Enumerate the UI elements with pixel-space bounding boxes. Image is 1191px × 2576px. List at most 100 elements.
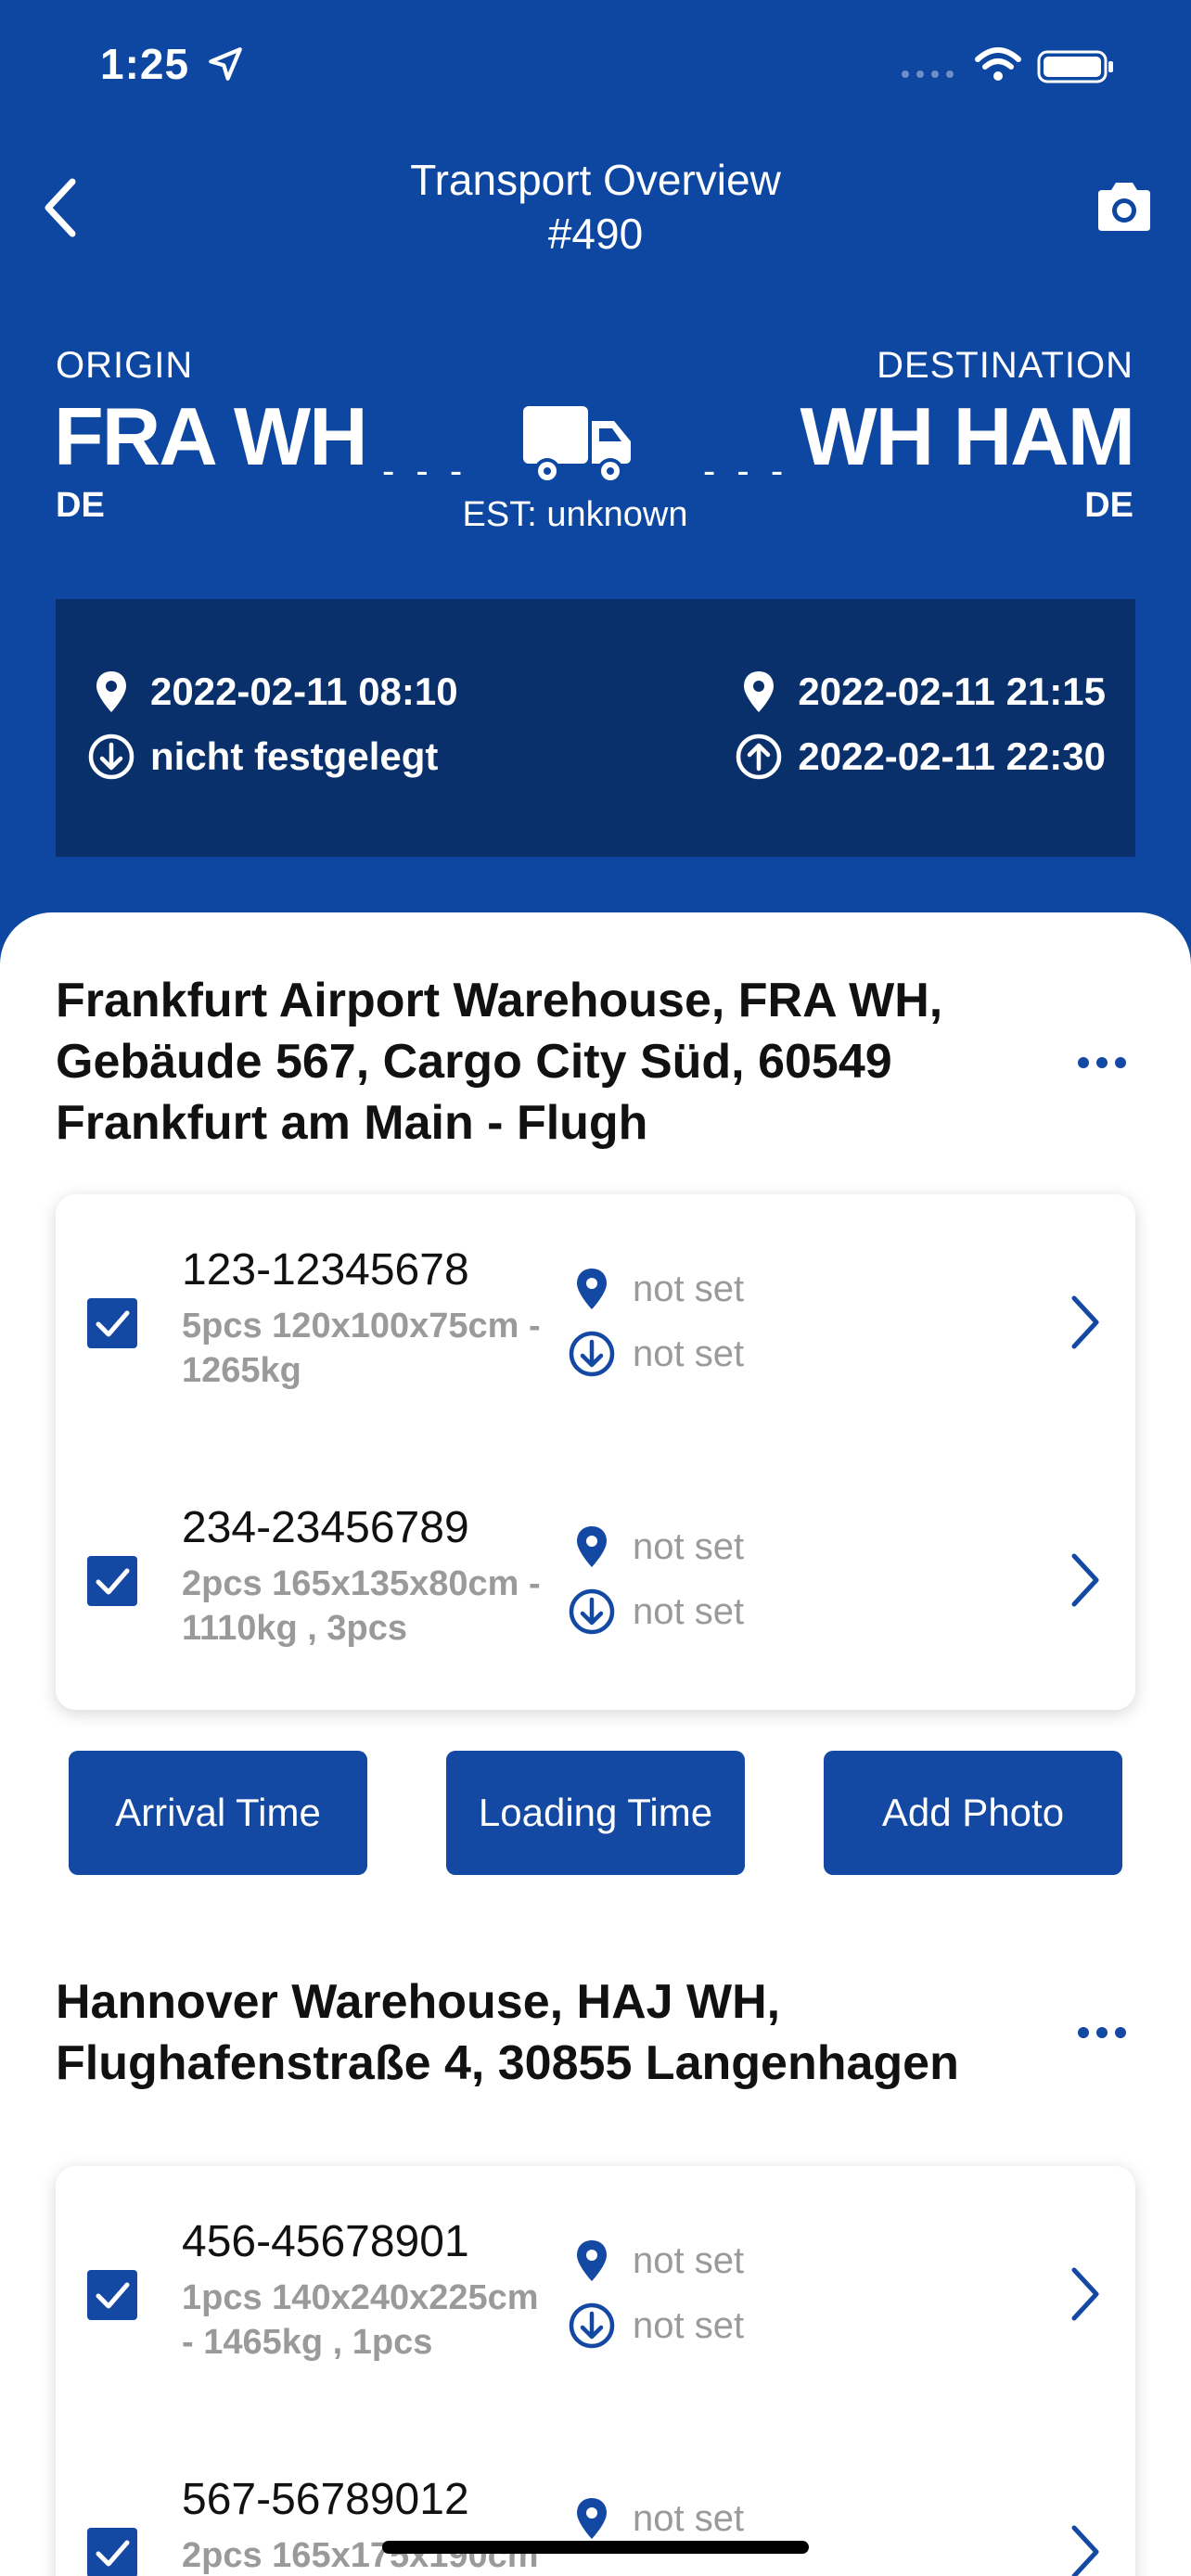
- origin-label: ORIGIN: [56, 345, 194, 386]
- more-options-icon[interactable]: [1076, 2021, 1128, 2044]
- origin-arrival-row: 2022-02-11 08:10: [87, 668, 458, 716]
- destination-arrival-time: 2022-02-11 21:15: [798, 670, 1106, 713]
- shipment-details-line: 2pcs 165x175x190cm: [182, 2536, 539, 2575]
- shipment-details: 1pcs 140x240x225cm - 1465kg , 1pcs: [182, 2276, 571, 2365]
- destination-country: DE: [1084, 486, 1133, 525]
- shipment-checkbox[interactable]: [87, 1556, 137, 1606]
- awb-number: 567-56789012: [182, 2475, 469, 2524]
- arrival-status: not set: [568, 1523, 744, 1571]
- destination-arrival-row: 2022-02-11 21:15: [735, 668, 1106, 716]
- arrival-status-text: not set: [633, 2497, 745, 2539]
- chevron-right-icon[interactable]: [1067, 2522, 1104, 2576]
- stop-title-line: Frankfurt am Main - Flugh: [56, 1096, 648, 1150]
- stop-title-line: Flughafenstraße 4, 30855 Langenhagen: [56, 2036, 959, 2090]
- shipment-item[interactable]: 456-45678901 1pcs 140x240x225cm - 1465kg…: [56, 2166, 1135, 2424]
- origin-country: DE: [56, 486, 105, 525]
- loading-status: not set: [568, 1330, 744, 1378]
- wifi-icon: [975, 47, 1021, 81]
- page-title: Transport Overview #490: [278, 153, 913, 261]
- est-label: EST: unknown: [462, 495, 688, 534]
- add-photo-button[interactable]: Add Photo: [824, 1751, 1122, 1875]
- back-chevron-icon[interactable]: [37, 174, 85, 241]
- shipment-details-line: 1110kg , 3pcs: [182, 1609, 407, 1648]
- shipment-details: 2pcs 165x135x80cm - 1110kg , 3pcs: [182, 1562, 571, 1651]
- origin-code: FRA WH: [54, 390, 368, 482]
- shipment-details-line: 5pcs 120x100x75cm -: [182, 1307, 541, 1345]
- shipment-details-line: 1265kg: [182, 1351, 301, 1390]
- loading-status: not set: [568, 1588, 744, 1636]
- download-circle-icon: [88, 733, 134, 780]
- destination-unloading-row: 2022-02-11 22:30: [735, 733, 1106, 781]
- destination-unloading-time: 2022-02-11 22:30: [798, 734, 1106, 778]
- shipment-item[interactable]: 123-12345678 5pcs 120x100x75cm - 1265kg …: [56, 1194, 1135, 1452]
- loading-status-text: not set: [633, 1590, 745, 1632]
- cellular-signal-icon: [902, 70, 954, 78]
- checkmark-icon: [96, 2540, 130, 2567]
- arrival-status-text: not set: [633, 1268, 745, 1309]
- camera-icon[interactable]: [1095, 181, 1154, 233]
- shipment-details-line: 2pcs 165x135x80cm -: [182, 1564, 541, 1603]
- page-title-line1: Transport Overview: [410, 156, 781, 204]
- shipment-details: 2pcs 165x175x190cm: [182, 2533, 571, 2576]
- shipment-checkbox[interactable]: [87, 1298, 137, 1348]
- shipment-checkbox[interactable]: [87, 2270, 137, 2320]
- origin-arrival-time: 2022-02-11 08:10: [150, 670, 458, 713]
- shipment-details-line: 1pcs 140x240x225cm: [182, 2278, 539, 2317]
- origin-loading-row: nicht festgelegt: [87, 733, 438, 781]
- awb-number: 234-23456789: [182, 1503, 469, 1552]
- page-title-line2: #490: [547, 210, 644, 258]
- location-arrow-icon: [209, 47, 242, 81]
- awb-number: 456-45678901: [182, 2217, 469, 2266]
- route-dashes-right: - - -: [703, 451, 789, 491]
- loading-status-text: not set: [633, 1333, 745, 1374]
- shipment-card: 456-45678901 1pcs 140x240x225cm - 1465kg…: [56, 2166, 1135, 2576]
- loading-status-text: not set: [633, 2304, 745, 2346]
- arrival-time-button[interactable]: Arrival Time: [69, 1751, 367, 1875]
- stop-title-line: Hannover Warehouse, HAJ WH,: [56, 1975, 781, 2029]
- arrival-status: not set: [568, 1265, 744, 1313]
- map-pin-icon: [577, 2498, 607, 2539]
- shipment-details-line: - 1465kg , 1pcs: [182, 2323, 433, 2362]
- download-circle-icon: [569, 1588, 615, 1635]
- home-indicator[interactable]: [382, 2541, 809, 2554]
- stop-title: Hannover Warehouse, HAJ WH, Flughafenstr…: [56, 1971, 1020, 2094]
- battery-icon: [1037, 50, 1113, 83]
- map-pin-icon: [744, 671, 775, 712]
- destination-code: WH HAM: [800, 390, 1135, 482]
- arrival-status-text: not set: [633, 1525, 745, 1567]
- map-pin-icon: [96, 671, 126, 712]
- shipment-card: 123-12345678 5pcs 120x100x75cm - 1265kg …: [56, 1194, 1135, 1710]
- upload-circle-icon: [736, 733, 782, 780]
- origin-loading-time: nicht festgelegt: [150, 734, 439, 778]
- stop-title-line: Frankfurt Airport Warehouse, FRA WH,: [56, 974, 943, 1027]
- arrival-status: not set: [568, 2237, 744, 2285]
- chevron-right-icon[interactable]: [1067, 2264, 1104, 2324]
- awb-number: 123-12345678: [182, 1245, 469, 1294]
- map-pin-icon: [577, 1526, 607, 1567]
- download-circle-icon: [569, 1331, 615, 1377]
- stop-title-line: Gebäude 567, Cargo City Süd, 60549: [56, 1035, 892, 1089]
- status-time: 1:25: [100, 40, 190, 88]
- truck-icon: [523, 406, 631, 484]
- download-circle-icon: [569, 2302, 615, 2349]
- shipment-details: 5pcs 120x100x75cm - 1265kg: [182, 1304, 571, 1393]
- loading-status: not set: [568, 2302, 744, 2350]
- checkmark-icon: [96, 1310, 130, 1337]
- chevron-right-icon[interactable]: [1067, 1550, 1104, 1610]
- checkmark-icon: [96, 2282, 130, 2309]
- stop-title: Frankfurt Airport Warehouse, FRA WH, Geb…: [56, 970, 1020, 1154]
- stops-sheet: Frankfurt Airport Warehouse, FRA WH, Geb…: [0, 912, 1191, 2576]
- route-dashes-left: - - -: [382, 451, 468, 491]
- more-options-icon[interactable]: [1076, 1052, 1128, 1074]
- chevron-right-icon[interactable]: [1067, 1293, 1104, 1352]
- map-pin-icon: [577, 2240, 607, 2281]
- status-bar: 1:25: [0, 0, 1191, 130]
- shipment-checkbox[interactable]: [87, 2528, 137, 2576]
- loading-time-button[interactable]: Loading Time: [446, 1751, 745, 1875]
- arrival-status: not set: [568, 2494, 744, 2543]
- checkmark-icon: [96, 1568, 130, 1595]
- map-pin-icon: [577, 1269, 607, 1309]
- destination-label: DESTINATION: [877, 345, 1133, 386]
- shipment-item[interactable]: 234-23456789 2pcs 165x135x80cm - 1110kg …: [56, 1452, 1135, 1710]
- times-panel: 2022-02-11 08:10 nicht festgelegt 2022-0…: [56, 599, 1135, 857]
